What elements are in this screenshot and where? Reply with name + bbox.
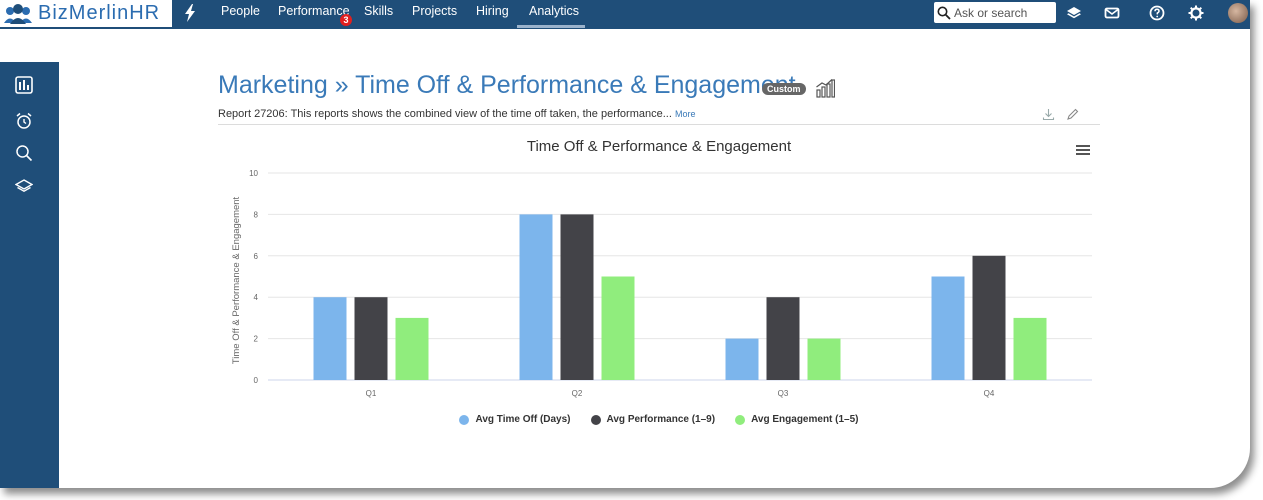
search-box[interactable]: [934, 2, 1056, 23]
chart-title: Time Off & Performance & Engagement: [526, 138, 792, 155]
nav-item-hiring[interactable]: Hiring: [476, 4, 509, 18]
search-icon[interactable]: [15, 144, 33, 162]
help-icon[interactable]: [1149, 5, 1165, 21]
y-tick-label: 0: [254, 376, 259, 385]
edit-pencil-icon[interactable]: [1066, 108, 1079, 121]
bar: [560, 214, 594, 380]
legend-item[interactable]: Avg Time Off (Days): [459, 414, 571, 425]
nav-item-people[interactable]: People: [221, 4, 260, 18]
analytics-chart-icon[interactable]: [815, 78, 835, 98]
y-tick-label: 2: [254, 335, 259, 344]
people-group-icon: [4, 3, 32, 24]
legend-marker: [459, 414, 470, 425]
layers-icon[interactable]: [1066, 5, 1082, 21]
header-divider: [218, 124, 1100, 125]
legend-item[interactable]: Avg Engagement (1–5): [735, 414, 859, 425]
chart-menu-icon[interactable]: [1076, 144, 1090, 156]
y-tick-label: 6: [254, 252, 259, 261]
bar: [931, 276, 965, 380]
bar: [972, 255, 1006, 380]
nav-item-analytics[interactable]: Analytics: [529, 4, 579, 18]
chart-legend: Avg Time Off (Days) Avg Performance (1–9)…: [218, 414, 1100, 425]
bar: [313, 297, 347, 380]
bar-chart: 0 2 4 6 8 10 Time Off & Performance & Engageme…: [231, 169, 1092, 398]
user-avatar[interactable]: [1228, 3, 1248, 23]
bar: [766, 297, 800, 380]
nav-item-projects[interactable]: Projects: [412, 4, 457, 18]
mail-icon[interactable]: [1104, 5, 1120, 21]
search-input[interactable]: [954, 3, 1054, 22]
search-icon: [937, 6, 951, 20]
legend-label: Avg Time Off (Days): [475, 414, 571, 425]
notification-badge: 3: [340, 14, 352, 26]
page-title: Marketing » Time Off & Performance & Eng…: [218, 71, 796, 99]
layers-icon[interactable]: [15, 178, 33, 196]
bar: [725, 338, 759, 380]
bar: [807, 338, 841, 380]
report-description-text: Report 27206: This reports shows the com…: [218, 108, 672, 120]
bar-chart-icon[interactable]: [15, 76, 33, 94]
bar: [1013, 317, 1047, 380]
report-description: Report 27206: This reports shows the com…: [218, 108, 695, 120]
bar: [519, 214, 553, 380]
alarm-clock-icon[interactable]: [15, 112, 33, 130]
x-tick-label: Q1: [366, 389, 377, 398]
x-tick-label: Q3: [778, 389, 789, 398]
custom-badge: Custom: [762, 83, 806, 95]
legend-marker: [590, 414, 601, 425]
legend-marker: [735, 414, 746, 425]
brand-logo[interactable]: BizMerlinHR: [0, 0, 172, 27]
x-tick-label: Q2: [572, 389, 583, 398]
bar: [354, 297, 388, 380]
active-tab-indicator: [517, 25, 585, 28]
legend-label: Avg Engagement (1–5): [751, 414, 859, 425]
brand-name: BizMerlinHR: [38, 2, 161, 24]
top-navbar: BizMerlinHR People Performance 3 Skills …: [0, 0, 1250, 29]
gear-icon[interactable]: [1188, 5, 1204, 21]
download-icon[interactable]: [1042, 108, 1055, 121]
y-tick-label: 10: [249, 169, 258, 178]
app-window: BizMerlinHR People Performance 3 Skills …: [0, 0, 1250, 488]
sidebar: [0, 62, 59, 488]
x-tick-label: Q4: [984, 389, 995, 398]
nav-item-skills[interactable]: Skills: [364, 4, 393, 18]
lightning-icon[interactable]: [184, 4, 196, 22]
legend-item[interactable]: Avg Performance (1–9): [590, 414, 716, 425]
y-axis-label: Time Off & Performance & Engagement: [231, 196, 242, 364]
nav-item-performance[interactable]: Performance: [278, 4, 350, 18]
bar: [395, 317, 429, 380]
y-tick-label: 8: [254, 210, 259, 219]
legend-label: Avg Performance (1–9): [606, 414, 716, 425]
bar: [601, 276, 635, 380]
more-link[interactable]: More: [675, 109, 696, 119]
y-tick-label: 4: [254, 293, 259, 302]
